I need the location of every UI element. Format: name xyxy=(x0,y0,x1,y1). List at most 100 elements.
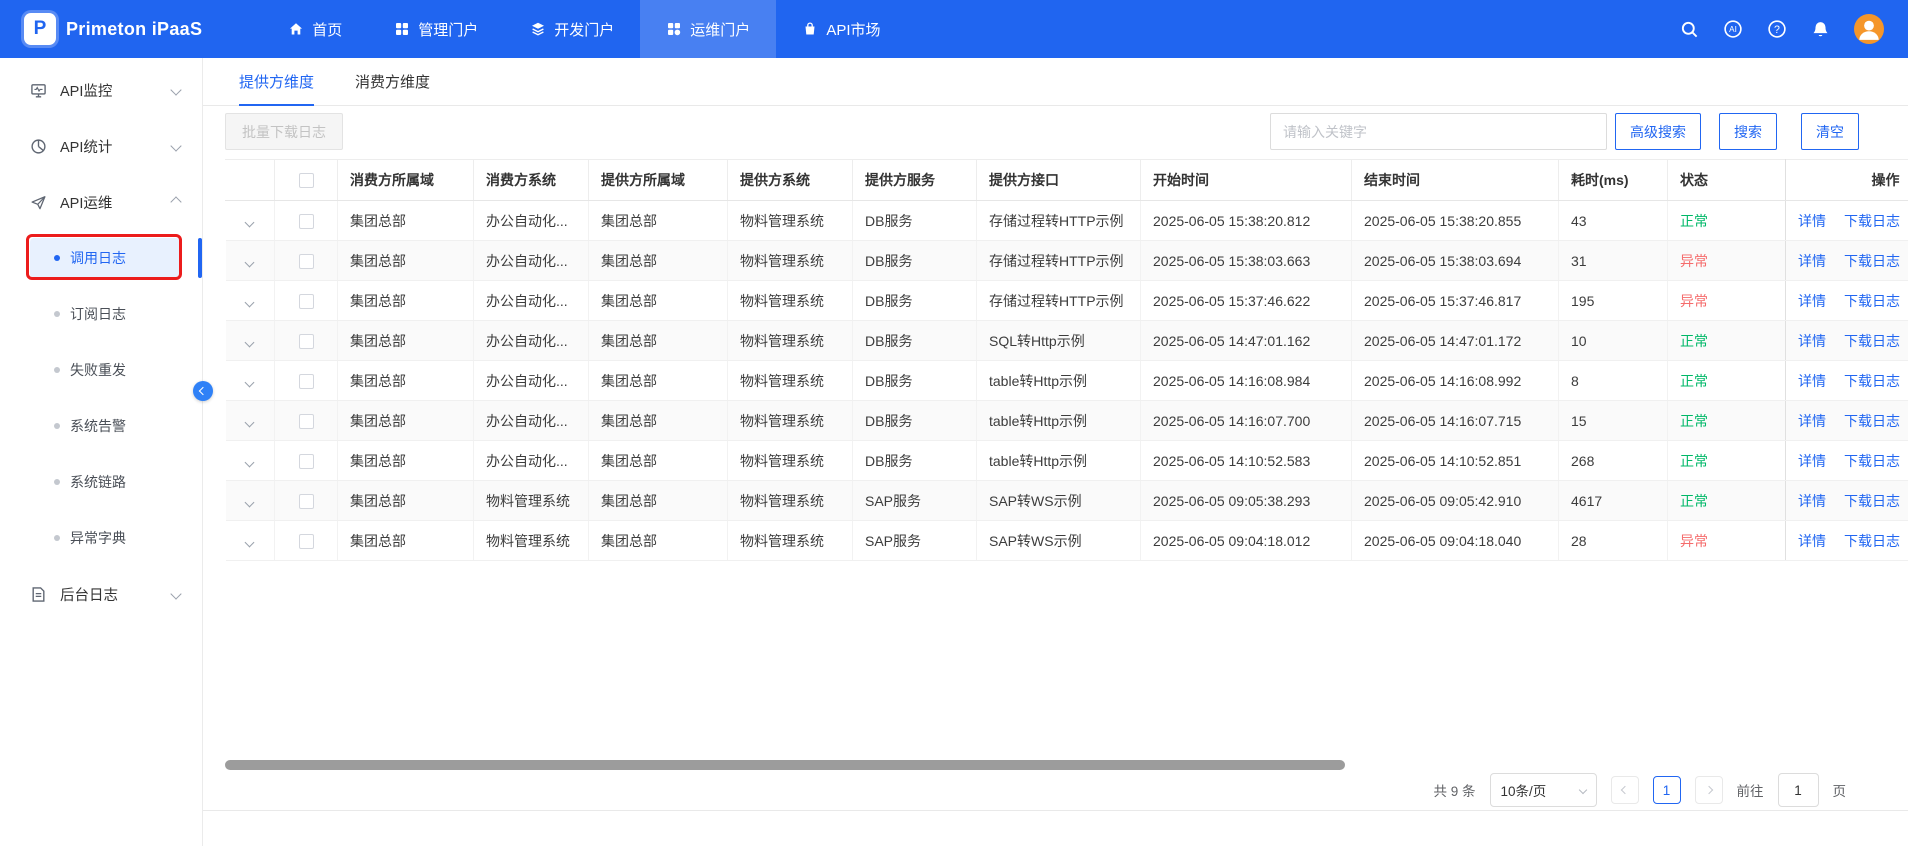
cell-start-time: 2025-06-05 14:16:07.700 xyxy=(1141,401,1352,441)
cell-consumer-system: 办公自动化... xyxy=(474,441,589,481)
content-card: 提供方维度 消费方维度 批量下载日志 高级搜索 搜索 清空 xyxy=(203,58,1908,811)
sidebar-item-subscription-log[interactable]: 订阅日志 xyxy=(0,286,202,342)
row-expand-icon[interactable] xyxy=(245,257,255,267)
app-logo[interactable]: P Primeton iPaaS xyxy=(24,13,202,45)
cell-consumer-system: 办公自动化... xyxy=(474,241,589,281)
search-button[interactable]: 搜索 xyxy=(1719,113,1777,150)
table-row: 集团总部物料管理系统集团总部物料管理系统SAP服务SAP转WS示例2025-06… xyxy=(226,521,1908,561)
sidebar-item-failure-resend[interactable]: 失败重发 xyxy=(0,342,202,398)
keyword-search-input[interactable] xyxy=(1270,113,1607,150)
current-page-button[interactable]: 1 xyxy=(1653,776,1681,804)
sidebar-collapse-button[interactable] xyxy=(193,381,213,401)
row-expand-icon[interactable] xyxy=(245,497,255,507)
nav-item-api-market[interactable]: API市场 xyxy=(776,0,906,58)
help-icon[interactable]: ? xyxy=(1767,19,1787,39)
cell-provider-service: DB服务 xyxy=(853,401,977,441)
row-checkbox[interactable] xyxy=(299,414,314,429)
cell-elapsed: 15 xyxy=(1559,401,1668,441)
detail-link[interactable]: 详情 xyxy=(1798,493,1826,509)
sidebar-item-system-trace[interactable]: 系统链路 xyxy=(0,454,202,510)
download-log-link[interactable]: 下载日志 xyxy=(1844,213,1900,229)
row-checkbox[interactable] xyxy=(299,214,314,229)
sidebar-item-label: 失败重发 xyxy=(70,360,126,380)
advanced-search-button[interactable]: 高级搜索 xyxy=(1615,113,1701,150)
select-all-checkbox[interactable] xyxy=(299,173,314,188)
detail-link[interactable]: 详情 xyxy=(1798,213,1826,229)
row-checkbox[interactable] xyxy=(299,294,314,309)
col-actions: 操作 xyxy=(1786,160,1908,201)
download-log-link[interactable]: 下载日志 xyxy=(1844,293,1900,309)
tab-consumer-dimension[interactable]: 消费方维度 xyxy=(355,58,430,105)
prev-page-button[interactable] xyxy=(1611,776,1639,804)
download-log-link[interactable]: 下载日志 xyxy=(1844,413,1900,429)
goto-page-input[interactable] xyxy=(1778,773,1819,807)
chevron-down-icon xyxy=(170,588,181,599)
download-log-link[interactable]: 下载日志 xyxy=(1844,493,1900,509)
detail-link[interactable]: 详情 xyxy=(1798,333,1826,349)
download-log-link[interactable]: 下载日志 xyxy=(1844,453,1900,469)
ai-assistant-icon[interactable]: AI xyxy=(1723,19,1743,39)
bell-icon[interactable] xyxy=(1811,20,1830,39)
cell-provider-api: 存储过程转HTTP示例 xyxy=(977,281,1141,321)
row-expand-icon[interactable] xyxy=(245,297,255,307)
nav-item-dev-portal[interactable]: 开发门户 xyxy=(504,0,640,58)
row-checkbox[interactable] xyxy=(299,374,314,389)
row-checkbox[interactable] xyxy=(299,254,314,269)
row-checkbox[interactable] xyxy=(299,334,314,349)
nav-item-ops-portal[interactable]: 运维门户 xyxy=(640,0,776,58)
bullet-icon xyxy=(54,535,60,541)
cell-provider-api: SQL转Http示例 xyxy=(977,321,1141,361)
page-size-select[interactable]: 10条/页 xyxy=(1490,773,1597,807)
row-expand-icon[interactable] xyxy=(245,217,255,227)
api-monitor-icon xyxy=(30,82,47,99)
row-expand-icon[interactable] xyxy=(245,537,255,547)
main-nav: 首页 管理门户 开发门户 运维门户 API市场 xyxy=(262,0,906,58)
status-badge: 正常 xyxy=(1680,493,1708,509)
cell-end-time: 2025-06-05 15:38:20.855 xyxy=(1352,201,1559,241)
tab-provider-dimension[interactable]: 提供方维度 xyxy=(239,58,314,105)
log-table-body: 集团总部办公自动化...集团总部物料管理系统DB服务存储过程转HTTP示例202… xyxy=(226,201,1908,561)
detail-link[interactable]: 详情 xyxy=(1798,533,1826,549)
cell-start-time: 2025-06-05 14:47:01.162 xyxy=(1141,321,1352,361)
cell-start-time: 2025-06-05 09:05:38.293 xyxy=(1141,481,1352,521)
row-expand-icon[interactable] xyxy=(245,457,255,467)
sidebar-item-api-ops[interactable]: API运维 xyxy=(0,174,202,230)
nav-item-home[interactable]: 首页 xyxy=(262,0,368,58)
detail-link[interactable]: 详情 xyxy=(1798,453,1826,469)
row-checkbox[interactable] xyxy=(299,534,314,549)
chevron-left-icon xyxy=(199,387,207,395)
download-log-link[interactable]: 下载日志 xyxy=(1844,333,1900,349)
app-title: Primeton iPaaS xyxy=(66,19,202,40)
sidebar-item-call-log[interactable]: 调用日志 xyxy=(0,230,202,286)
download-log-link[interactable]: 下载日志 xyxy=(1844,533,1900,549)
download-log-link[interactable]: 下载日志 xyxy=(1844,373,1900,389)
row-expand-icon[interactable] xyxy=(245,417,255,427)
detail-link[interactable]: 详情 xyxy=(1798,373,1826,389)
search-icon[interactable] xyxy=(1680,20,1699,39)
detail-link[interactable]: 详情 xyxy=(1798,253,1826,269)
next-page-button[interactable] xyxy=(1695,776,1723,804)
cell-consumer-domain: 集团总部 xyxy=(338,321,474,361)
sidebar-item-exception-dict[interactable]: 异常字典 xyxy=(0,510,202,566)
row-checkbox[interactable] xyxy=(299,494,314,509)
sidebar-item-backend-log[interactable]: 后台日志 xyxy=(0,566,202,622)
detail-link[interactable]: 详情 xyxy=(1798,293,1826,309)
row-expand-icon[interactable] xyxy=(245,337,255,347)
user-avatar[interactable] xyxy=(1854,14,1884,44)
sidebar-item-api-stats[interactable]: API统计 xyxy=(0,118,202,174)
dimension-tabs: 提供方维度 消费方维度 xyxy=(203,58,1908,106)
nav-item-admin-portal[interactable]: 管理门户 xyxy=(368,0,504,58)
cell-provider-system: 物料管理系统 xyxy=(728,481,853,521)
sidebar-item-api-monitor[interactable]: API监控 xyxy=(0,62,202,118)
row-checkbox[interactable] xyxy=(299,454,314,469)
nav-label: 首页 xyxy=(312,19,342,40)
home-icon xyxy=(288,21,304,37)
download-log-link[interactable]: 下载日志 xyxy=(1844,253,1900,269)
sidebar-item-system-alert[interactable]: 系统告警 xyxy=(0,398,202,454)
row-expand-icon[interactable] xyxy=(245,377,255,387)
batch-download-button[interactable]: 批量下载日志 xyxy=(225,113,343,150)
horizontal-scrollbar-thumb[interactable] xyxy=(225,760,1345,770)
cell-elapsed: 28 xyxy=(1559,521,1668,561)
detail-link[interactable]: 详情 xyxy=(1798,413,1826,429)
clear-button[interactable]: 清空 xyxy=(1801,113,1859,150)
